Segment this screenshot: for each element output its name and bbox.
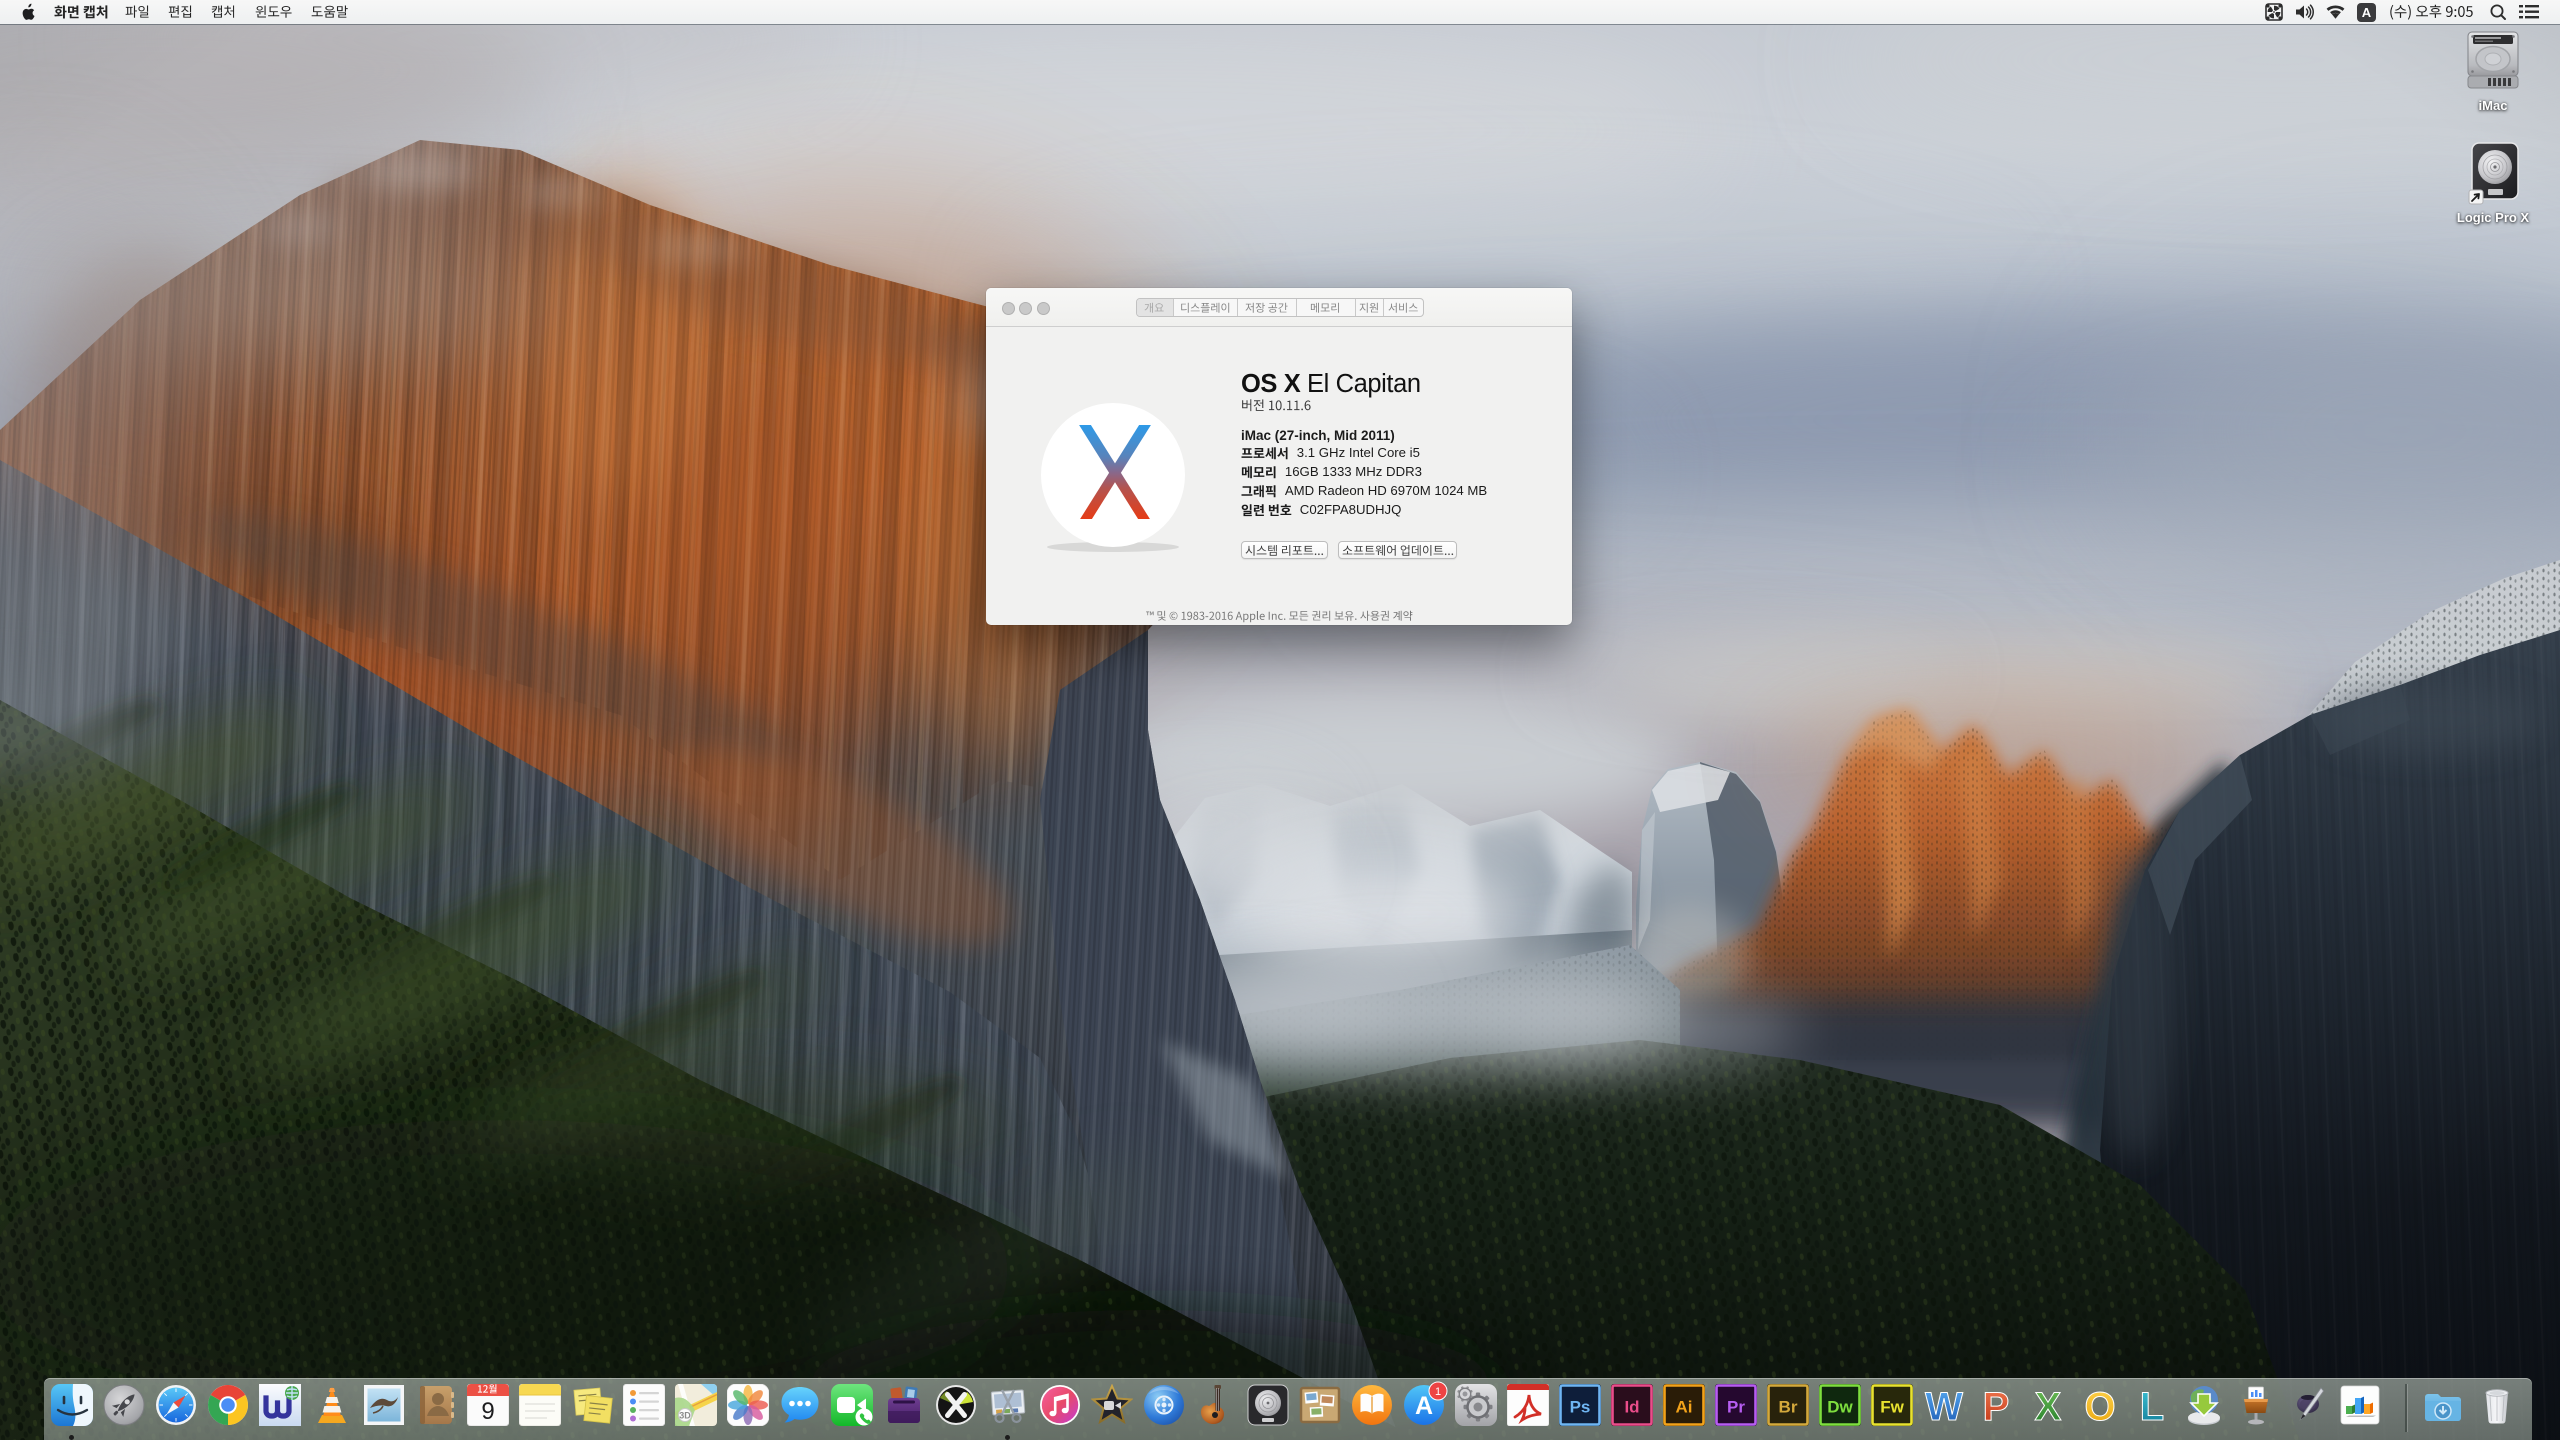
svg-text:Br: Br bbox=[1778, 1398, 1797, 1417]
svg-text:W: W bbox=[1925, 1385, 1963, 1426]
svg-text:X: X bbox=[2034, 1385, 2061, 1426]
svg-text:Ai: Ai bbox=[1675, 1398, 1692, 1417]
svg-text:L: L bbox=[2139, 1385, 2163, 1426]
svg-text:O: O bbox=[2084, 1385, 2115, 1426]
svg-text:3D: 3D bbox=[679, 1411, 691, 1421]
svg-text:Dw: Dw bbox=[1827, 1398, 1853, 1417]
svg-text:Fw: Fw bbox=[1880, 1398, 1904, 1417]
svg-text:P: P bbox=[1982, 1385, 2009, 1426]
svg-text:Id: Id bbox=[1624, 1398, 1639, 1417]
svg-text:9: 9 bbox=[481, 1398, 494, 1425]
svg-text:Ps: Ps bbox=[1569, 1398, 1590, 1417]
svg-text:1: 1 bbox=[1435, 1386, 1441, 1398]
svg-text:Pr: Pr bbox=[1727, 1398, 1745, 1417]
svg-text:A: A bbox=[2362, 5, 2372, 20]
